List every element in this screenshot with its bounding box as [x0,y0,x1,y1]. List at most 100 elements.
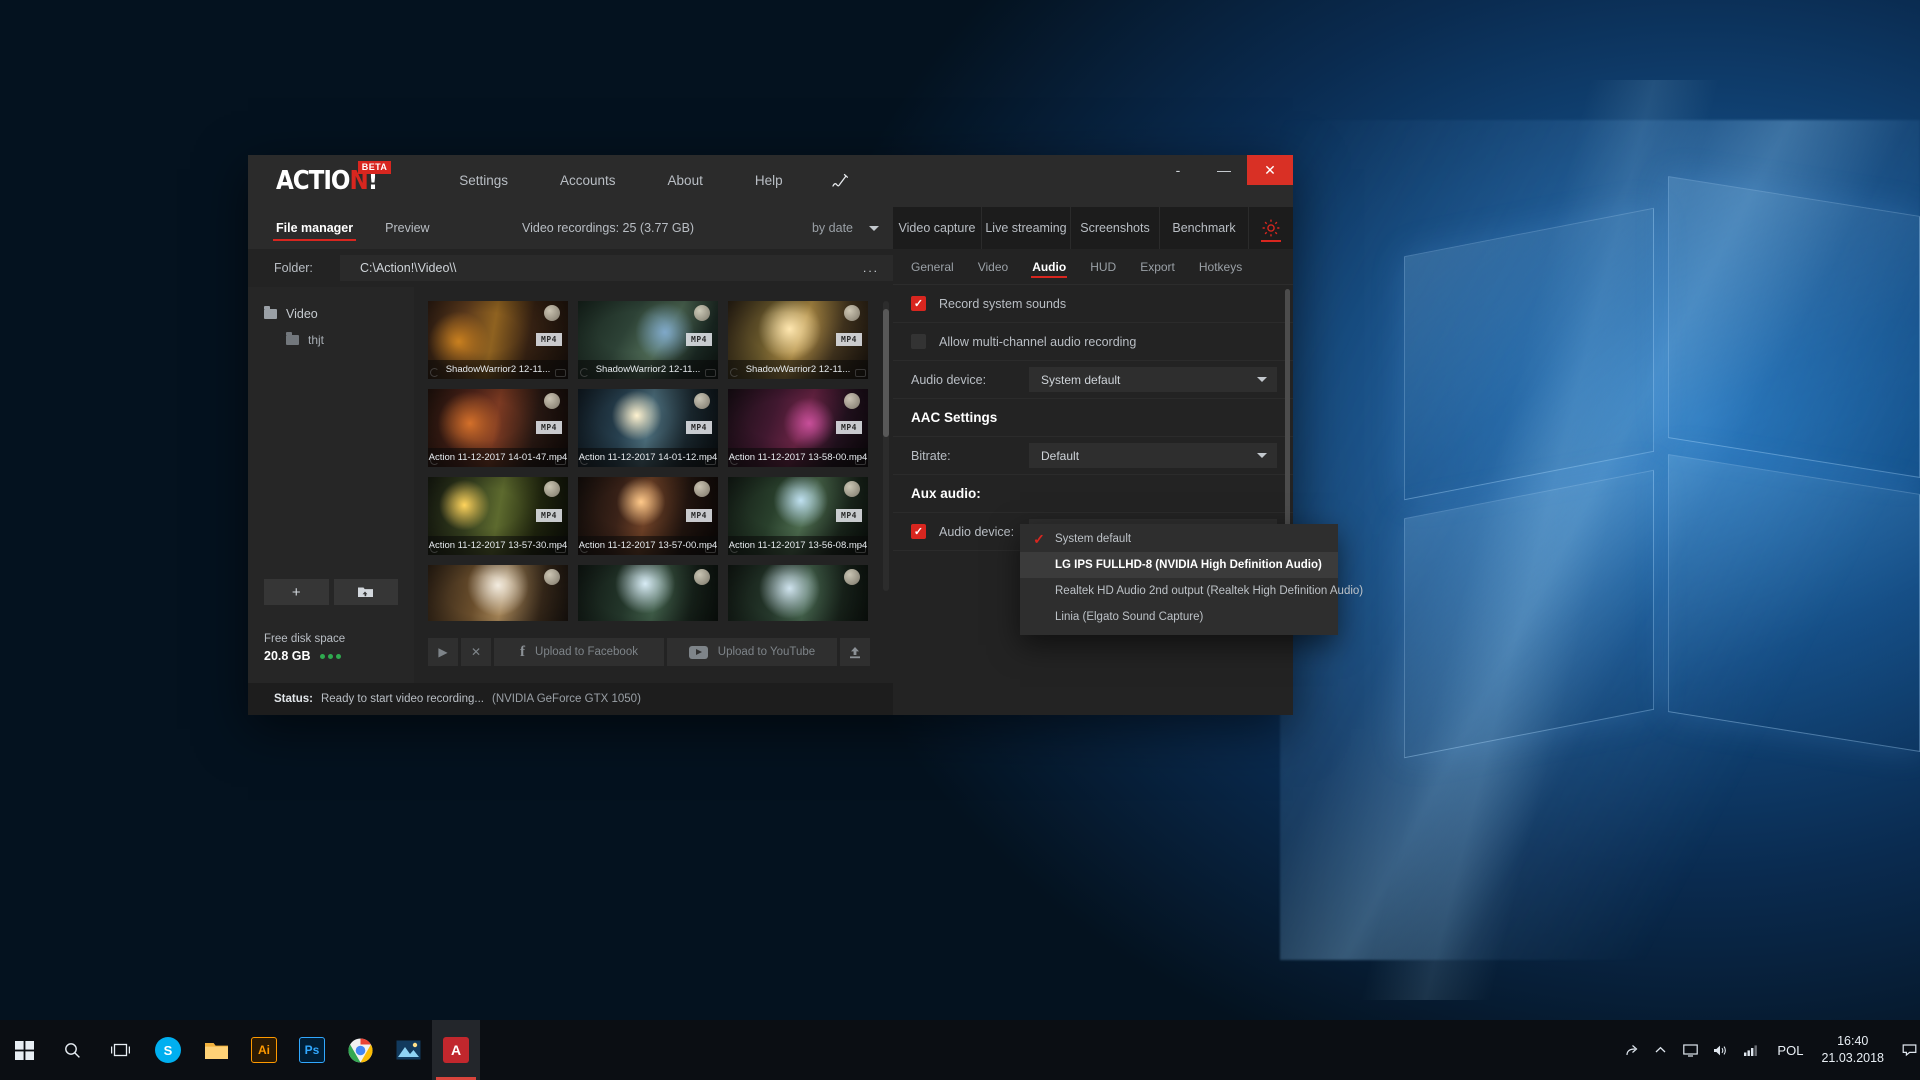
speaker-icon[interactable] [1705,1020,1735,1080]
thumbnail-item[interactable]: MP4 Action 11-12-2017 13-57-00.mp4 [578,477,718,555]
tab-benchmark[interactable]: Benchmark [1160,207,1249,249]
check-icon-placeholder: ✓ [1032,609,1046,626]
add-folder-button[interactable]: + [264,579,329,605]
recordings-count-label: Video recordings: 25 (3.77 GB) [522,221,695,235]
task-view-icon[interactable] [96,1020,144,1080]
tree-item-thjt[interactable]: thjt [248,327,414,353]
thumbnail-item[interactable] [578,565,718,621]
share-icon[interactable] [1623,1020,1645,1080]
dropdown-option[interactable]: ✓ Realtek HD Audio 2nd output (Realtek H… [1020,578,1363,604]
play-button[interactable]: ▶ [428,638,458,666]
file-manager-tabbar: File manager Preview Video recordings: 2… [248,207,893,249]
tab-preview[interactable]: Preview [383,207,431,249]
allow-multichannel-row[interactable]: Allow multi-channel audio recording [893,323,1293,361]
taskbar-app-file-explorer[interactable] [192,1020,240,1080]
tree-item-label: thjt [308,333,325,347]
menu-item-settings[interactable]: Settings [433,155,534,207]
compass-hud-icon [544,393,560,409]
subtab-general[interactable]: General [911,249,954,285]
language-indicator[interactable]: POL [1765,1043,1815,1058]
thumbnail-item[interactable]: MP4 ShadowWarrior2 12-11... [578,301,718,379]
dropdown-option-label: LG IPS FULLHD-8 (NVIDIA High Definition … [1055,559,1322,571]
folder-icon [264,306,277,319]
bitrate-select[interactable]: Default [1029,443,1277,468]
clock-time: 16:40 [1837,1034,1869,1049]
tab-screenshots[interactable]: Screenshots [1071,207,1160,249]
thumbnail-scrollbar[interactable] [883,301,889,591]
dropdown-option-label: Realtek HD Audio 2nd output (Realtek Hig… [1055,585,1364,597]
pen-icon[interactable] [831,173,849,189]
network-icon[interactable] [1735,1020,1765,1080]
subtab-export[interactable]: Export [1140,249,1175,285]
window-minimize-button[interactable]: — [1201,155,1247,185]
menu-item-about[interactable]: About [642,155,729,207]
menu-item-help[interactable]: Help [729,155,809,207]
dropdown-option[interactable]: ✓ LG IPS FULLHD-8 (NVIDIA High Definitio… [1020,552,1338,578]
thumbnail-item[interactable]: MP4 ShadowWarrior2 12-11... [428,301,568,379]
tab-video-capture[interactable]: Video capture [893,207,982,249]
aac-settings-section: AAC Settings [893,399,1293,437]
thumbnail-item[interactable]: MP4 Action 11-12-2017 14-01-12.mp4 [578,389,718,467]
thumbnail-item[interactable]: MP4 Action 11-12-2017 14-01-47.mp4 [428,389,568,467]
delete-button[interactable]: ✕ [461,638,491,666]
taskbar-app-illustrator[interactable]: Ai [240,1020,288,1080]
thumbnail-item[interactable]: MP4 ShadowWarrior2 12-11... [728,301,868,379]
allow-multichannel-checkbox[interactable] [911,334,926,349]
clock[interactable]: 16:40 21.03.2018 [1815,1033,1898,1067]
dropdown-option[interactable]: ✓ System default [1020,526,1338,552]
subtab-hotkeys[interactable]: Hotkeys [1199,249,1242,285]
monitor-icon[interactable] [1675,1020,1705,1080]
tab-live-streaming[interactable]: Live streaming [982,207,1071,249]
gear-icon[interactable] [1249,207,1293,249]
format-badge: MP4 [686,421,712,434]
settings-tabbar: Video capture Live streaming Screenshots… [893,207,1293,249]
menu-item-accounts[interactable]: Accounts [534,155,642,207]
thumbnail-item[interactable]: MP4 Action 11-12-2017 13-57-30.mp4 [428,477,568,555]
free-disk-space-value: 20.8 GB [264,649,311,663]
taskbar-app-chrome[interactable] [336,1020,384,1080]
thumbnail-item[interactable]: MP4 Action 11-12-2017 13-56-08.mp4 [728,477,868,555]
thumbnail-filename: ShadowWarrior2 12-11... [428,360,568,379]
thumbnail-item[interactable] [428,565,568,621]
folder-path-input[interactable]: C:\Action!\Video\\ ... [340,255,893,281]
aux-audio-device-checkbox[interactable]: ✓ [911,524,926,539]
upload-to-facebook-button[interactable]: f Upload to Facebook [494,638,664,666]
sort-dropdown[interactable]: by date [812,221,879,235]
sort-value: by date [811,221,853,235]
compass-hud-icon [544,305,560,321]
compass-hud-icon [694,393,710,409]
subtab-audio[interactable]: Audio [1031,249,1068,285]
record-system-sounds-row[interactable]: ✓ Record system sounds [893,285,1293,323]
tab-file-manager[interactable]: File manager [272,207,357,249]
dropdown-option[interactable]: ✓ Linia (Elgato Sound Capture) [1020,604,1338,630]
action-recorder-icon: A [443,1037,469,1063]
thumbnail-item[interactable]: MP4 Action 11-12-2017 13-58-00.mp4 [728,389,868,467]
subtab-video[interactable]: Video [978,249,1008,285]
audio-device-select[interactable]: System default [1029,367,1277,392]
chevron-up-icon[interactable] [1645,1020,1675,1080]
taskbar-app-picture-viewer[interactable] [384,1020,432,1080]
record-system-sounds-checkbox[interactable]: ✓ [911,296,926,311]
compass-hud-icon [844,569,860,585]
taskbar-app-action-recorder[interactable]: A [432,1020,480,1080]
notification-icon[interactable] [1898,1020,1920,1080]
upload-to-youtube-button[interactable]: Upload to YouTube [667,638,837,666]
windows-start-icon[interactable] [0,1020,48,1080]
taskbar-app-photoshop[interactable]: Ps [288,1020,336,1080]
scrollbar-thumb[interactable] [1285,289,1290,539]
thumbnail-item[interactable] [728,565,868,621]
scrollbar-thumb[interactable] [883,309,889,437]
compass-hud-icon [544,481,560,497]
window-close-button[interactable]: ✕ [1247,155,1293,185]
open-folder-button[interactable] [333,579,398,605]
taskbar-app-skype[interactable]: S [144,1020,192,1080]
export-upload-button[interactable] [840,638,870,666]
subtab-hud[interactable]: HUD [1090,249,1116,285]
window-help-button[interactable]: - [1155,155,1201,185]
aux-audio-section: Aux audio: [893,475,1293,513]
tree-item-video[interactable]: Video [248,301,414,327]
tree-item-label: Video [286,307,318,321]
search-icon[interactable] [48,1020,96,1080]
folder-browse-button[interactable]: ... [863,261,879,275]
